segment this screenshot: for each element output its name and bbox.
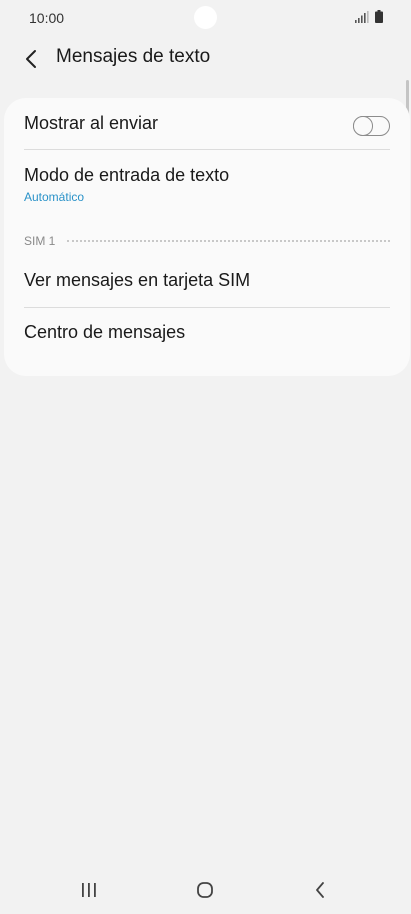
divider xyxy=(24,149,390,150)
navigation-bar xyxy=(0,866,411,914)
battery-icon xyxy=(375,10,383,23)
chevron-left-icon xyxy=(26,50,36,68)
divider xyxy=(24,307,390,308)
sim-section-header: SIM 1 xyxy=(24,233,390,249)
show-when-sending-toggle[interactable] xyxy=(353,116,390,136)
back-icon xyxy=(316,882,324,898)
setting-label: Modo de entrada de texto xyxy=(24,165,230,185)
section-label: SIM 1 xyxy=(24,234,56,248)
setting-label: Centro de mensajes xyxy=(24,322,186,342)
setting-label: Ver mensajes en tarjeta SIM xyxy=(24,270,251,290)
home-icon xyxy=(197,882,213,898)
setting-label: Mostrar al enviar xyxy=(24,113,159,133)
status-time: 10:00 xyxy=(29,10,65,26)
setting-value: Automático xyxy=(24,190,85,204)
settings-card: Mostrar al enviar Modo de entrada de tex… xyxy=(4,98,410,376)
signal-bars-icon xyxy=(355,11,369,23)
back-nav-button[interactable] xyxy=(305,876,335,904)
toggle-knob xyxy=(353,116,373,136)
status-bar: 10:00 xyxy=(0,0,411,36)
setting-view-sim-messages[interactable]: Ver mensajes en tarjeta SIM xyxy=(24,270,390,296)
recents-button[interactable] xyxy=(74,876,104,904)
recents-icon xyxy=(82,883,96,897)
app-bar: Mensajes de texto xyxy=(0,36,411,80)
setting-message-center[interactable]: Centro de mensajes xyxy=(24,322,390,348)
setting-input-mode[interactable]: Modo de entrada de texto Automático xyxy=(24,165,390,209)
home-button[interactable] xyxy=(190,876,220,904)
page-title: Mensajes de texto xyxy=(56,46,211,67)
setting-show-when-sending[interactable]: Mostrar al enviar xyxy=(24,113,390,139)
camera-cutout xyxy=(194,6,217,29)
back-button[interactable] xyxy=(14,42,48,76)
section-divider xyxy=(67,240,390,242)
